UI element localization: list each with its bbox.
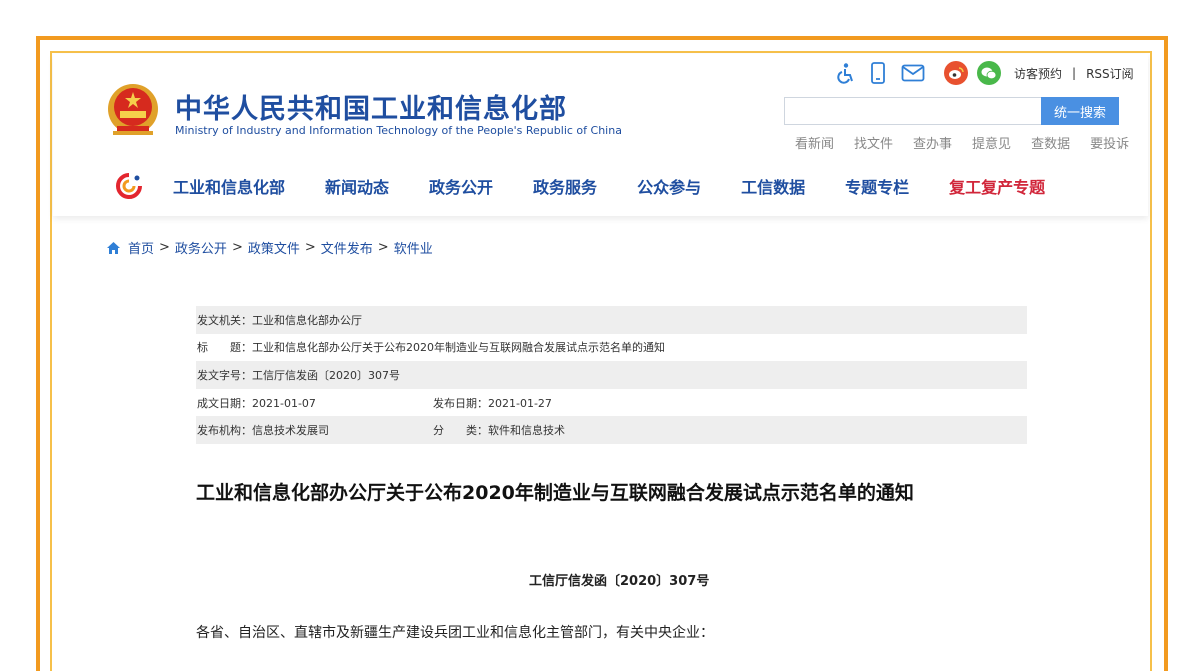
quick-link-services[interactable]: 查办事 [913, 133, 952, 152]
nav-item-news[interactable]: 新闻动态 [325, 174, 389, 198]
meta-doc-number: 发文字号：工信厅信发函〔2020〕307号 [197, 368, 400, 382]
site-header: 中华人民共和国工业和信息化部 Ministry of Industry and … [53, 54, 1148, 216]
meta-created-date: 成文日期：2021-01-07 [197, 396, 316, 410]
quick-link-files[interactable]: 找文件 [854, 133, 893, 152]
main-nav: 工业和信息化部 新闻动态 政务公开 政务服务 公众参与 工信数据 专题专栏 复工… [115, 172, 1045, 200]
quick-link-news[interactable]: 看新闻 [795, 133, 834, 152]
wechat-icon[interactable] [977, 61, 1001, 85]
top-link-separator: | [1072, 66, 1077, 80]
mail-icon[interactable] [899, 61, 927, 85]
breadcrumb-home[interactable]: 首页 [128, 238, 154, 257]
visitor-appointment-link[interactable]: 访客预约 [1014, 65, 1062, 82]
rss-link[interactable]: RSS订阅 [1086, 65, 1134, 82]
breadcrumb-separator: > [231, 240, 243, 255]
document-title: 工业和信息化部办公厅关于公布2020年制造业与互联网融合发展试点示范名单的通知 [196, 482, 914, 504]
quick-links: 看新闻 找文件 查办事 提意见 查数据 要投诉 [775, 133, 1129, 152]
accessibility-icon[interactable] [833, 61, 857, 85]
quick-link-complaint[interactable]: 要投诉 [1090, 133, 1129, 152]
meta-org: 发布机构：信息技术发展司 [197, 424, 329, 438]
nav-item-ministry[interactable]: 工业和信息化部 [173, 174, 285, 198]
meta-title: 标 题：工业和信息化部办公厅关于公布2020年制造业与互联网融合发展试点示范名单… [197, 341, 665, 355]
meta-row-org: 发布机构：信息技术发展司 分 类：软件和信息技术 [196, 416, 1027, 444]
search-button[interactable]: 统一搜索 [1041, 97, 1119, 125]
meta-row-title: 标 题：工业和信息化部办公厅关于公布2020年制造业与互联网融合发展试点示范名单… [196, 334, 1027, 362]
search-input[interactable] [784, 97, 1042, 125]
quick-link-feedback[interactable]: 提意见 [972, 133, 1011, 152]
site-title[interactable]: 中华人民共和国工业和信息化部 [175, 87, 567, 126]
meta-row-issuer: 发文机关：工业和信息化部办公厅 [196, 306, 1027, 334]
breadcrumb-separator: > [377, 240, 389, 255]
miit-logo-icon[interactable] [115, 172, 143, 200]
meta-row-dates: 成文日期：2021-01-07 发布日期：2021-01-27 [196, 389, 1027, 417]
document-meta-table: 发文机关：工业和信息化部办公厅 标 题：工业和信息化部办公厅关于公布2020年制… [196, 306, 1027, 444]
national-emblem-icon[interactable] [105, 82, 161, 140]
mobile-icon[interactable] [866, 61, 890, 85]
nav-item-data[interactable]: 工信数据 [741, 174, 805, 198]
nav-item-government-affairs[interactable]: 政务公开 [429, 174, 493, 198]
breadcrumb-software[interactable]: 软件业 [394, 238, 433, 257]
breadcrumb-file-release[interactable]: 文件发布 [321, 238, 373, 257]
nav-item-resumption[interactable]: 复工复产专题 [949, 174, 1045, 198]
breadcrumb-separator: > [159, 240, 170, 255]
nav-item-topics[interactable]: 专题专栏 [845, 174, 909, 198]
site-subtitle: Ministry of Industry and Information Tec… [175, 124, 622, 137]
breadcrumb-policy-files[interactable]: 政策文件 [248, 238, 300, 257]
meta-issuer: 发文机关：工业和信息化部办公厅 [197, 313, 362, 327]
document-number: 工信厅信发函〔2020〕307号 [529, 574, 710, 589]
nav-item-services[interactable]: 政务服务 [533, 174, 597, 198]
document-salutation: 各省、自治区、直辖市及新疆生产建设兵团工业和信息化主管部门，有关中央企业： [196, 625, 714, 641]
weibo-icon[interactable] [944, 61, 968, 85]
breadcrumb: 首页 > 政务公开 > 政策文件 > 文件发布 > 软件业 [106, 238, 433, 257]
top-toolbar: 访客预约 | RSS订阅 [833, 60, 1134, 86]
breadcrumb-separator: > [304, 240, 316, 255]
breadcrumb-government-affairs[interactable]: 政务公开 [175, 238, 227, 257]
nav-item-participation[interactable]: 公众参与 [637, 174, 701, 198]
meta-category: 分 类：软件和信息技术 [433, 424, 565, 438]
home-icon [107, 241, 120, 254]
quick-link-data[interactable]: 查数据 [1031, 133, 1070, 152]
meta-published-date: 发布日期：2021-01-27 [433, 396, 552, 410]
meta-row-doc-number: 发文字号：工信厅信发函〔2020〕307号 [196, 361, 1027, 389]
